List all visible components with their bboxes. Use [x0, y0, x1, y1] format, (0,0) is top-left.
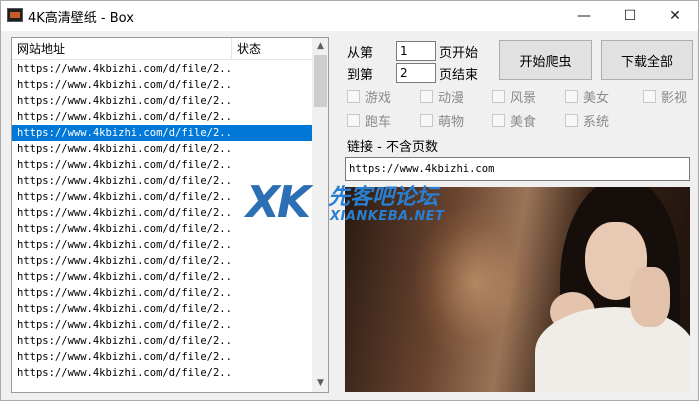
checkbox-box[interactable]: [492, 114, 505, 127]
row-url-cell: https://www.4kbizhi.com/d/file/2...: [17, 287, 231, 299]
table-row[interactable]: https://www.4kbizhi.com/d/file/2...: [12, 301, 312, 317]
category-checkbox-scenery[interactable]: 风景: [492, 87, 536, 106]
category-checkbox-car[interactable]: 跑车: [347, 111, 391, 130]
row-url-cell: https://www.4kbizhi.com/d/file/2...: [17, 367, 231, 379]
watermark-en-text: XIANKEBA.NET: [330, 209, 445, 224]
row-url-cell: https://www.4kbizhi.com/d/file/2...: [17, 223, 231, 235]
app-icon: [7, 8, 23, 22]
row-url-cell: https://www.4kbizhi.com/d/file/2...: [17, 335, 231, 347]
row-url-cell: https://www.4kbizhi.com/d/file/2...: [17, 319, 231, 331]
checkbox-box[interactable]: [347, 114, 360, 127]
row-url-cell: https://www.4kbizhi.com/d/file/2...: [17, 351, 231, 363]
from-page-label: 从第: [347, 46, 374, 61]
row-url-cell: https://www.4kbizhi.com/d/file/2...: [17, 255, 231, 267]
title-bar: 4K高清壁纸 - Box — ☐ ✕: [1, 1, 698, 31]
row-url-cell: https://www.4kbizhi.com/d/file/2...: [17, 143, 231, 155]
row-url-cell: https://www.4kbizhi.com/d/file/2...: [17, 191, 231, 203]
checkbox-box[interactable]: [643, 90, 656, 103]
watermark-logo: XK 先客吧论坛 XIANKEBA.NET: [246, 169, 461, 239]
app-window: 4K高清壁纸 - Box — ☐ ✕ 网站地址 状态 https://www.4…: [0, 0, 699, 401]
start-crawler-button[interactable]: 开始爬虫: [499, 40, 592, 80]
checkbox-box[interactable]: [492, 90, 505, 103]
window-title: 4K高清壁纸 - Box: [28, 11, 134, 26]
row-url-cell: https://www.4kbizhi.com/d/file/2...: [17, 79, 231, 91]
table-row[interactable]: https://www.4kbizhi.com/d/file/2...: [12, 61, 312, 77]
maximize-button[interactable]: ☐: [607, 1, 653, 31]
table-row[interactable]: https://www.4kbizhi.com/d/file/2...: [12, 349, 312, 365]
category-checkbox-system[interactable]: 系统: [565, 111, 609, 130]
table-row[interactable]: https://www.4kbizhi.com/d/file/2...: [12, 317, 312, 333]
category-checkbox-food[interactable]: 美食: [492, 111, 536, 130]
watermark-cn-text: 先客吧论坛: [328, 185, 439, 210]
watermark-xk-logo: XK: [246, 177, 311, 228]
table-row[interactable]: https://www.4kbizhi.com/d/file/2...: [12, 109, 312, 125]
category-checkbox-film[interactable]: 影视: [643, 87, 687, 106]
scroll-up-arrow-icon[interactable]: ▲: [312, 38, 328, 55]
list-header: 网站地址 状态: [12, 38, 312, 60]
from-page-suffix: 页开始: [439, 46, 479, 61]
download-all-button[interactable]: 下载全部: [601, 40, 693, 80]
close-button[interactable]: ✕: [652, 1, 698, 31]
category-checkbox-anime[interactable]: 动漫: [420, 87, 464, 106]
category-checkbox-beauty[interactable]: 美女: [565, 87, 609, 106]
row-url-cell: https://www.4kbizhi.com/d/file/2...: [17, 127, 231, 139]
table-row[interactable]: https://www.4kbizhi.com/d/file/2...: [12, 93, 312, 109]
to-page-suffix: 页结束: [439, 68, 479, 83]
row-url-cell: https://www.4kbizhi.com/d/file/2...: [17, 95, 231, 107]
table-row[interactable]: https://www.4kbizhi.com/d/file/2...: [12, 333, 312, 349]
table-row[interactable]: https://www.4kbizhi.com/d/file/2...: [12, 237, 312, 253]
table-row[interactable]: https://www.4kbizhi.com/d/file/2...: [12, 365, 312, 381]
link-label: 链接 - 不含页数: [347, 140, 438, 155]
column-header-url[interactable]: 网站地址: [12, 38, 232, 60]
checkbox-box[interactable]: [565, 114, 578, 127]
preview-figure-shirt: [535, 307, 690, 392]
row-url-cell: https://www.4kbizhi.com/d/file/2...: [17, 159, 231, 171]
to-page-label: 到第: [347, 68, 374, 83]
from-page-input[interactable]: 1: [396, 41, 436, 61]
checkbox-box[interactable]: [420, 90, 433, 103]
row-url-cell: https://www.4kbizhi.com/d/file/2...: [17, 63, 231, 75]
row-url-cell: https://www.4kbizhi.com/d/file/2...: [17, 207, 231, 219]
to-page-input[interactable]: 2: [396, 63, 436, 83]
checkbox-box[interactable]: [565, 90, 578, 103]
category-checkbox-cute[interactable]: 萌物: [420, 111, 464, 130]
scroll-thumb[interactable]: [314, 55, 327, 107]
preview-figure-hand: [630, 267, 670, 327]
table-row[interactable]: https://www.4kbizhi.com/d/file/2...: [12, 141, 312, 157]
table-row[interactable]: https://www.4kbizhi.com/d/file/2...: [12, 285, 312, 301]
row-url-cell: https://www.4kbizhi.com/d/file/2...: [17, 111, 231, 123]
row-url-cell: https://www.4kbizhi.com/d/file/2...: [17, 175, 231, 187]
checkbox-box[interactable]: [347, 90, 360, 103]
checkbox-box[interactable]: [420, 114, 433, 127]
minimize-button[interactable]: —: [561, 1, 607, 31]
table-row[interactable]: https://www.4kbizhi.com/d/file/2...: [12, 77, 312, 93]
column-header-status[interactable]: 状态: [232, 38, 312, 60]
table-row[interactable]: https://www.4kbizhi.com/d/file/2...: [12, 269, 312, 285]
row-url-cell: https://www.4kbizhi.com/d/file/2...: [17, 239, 231, 251]
table-row[interactable]: https://www.4kbizhi.com/d/file/2...: [12, 253, 312, 269]
row-url-cell: https://www.4kbizhi.com/d/file/2...: [17, 271, 231, 283]
scroll-down-arrow-icon[interactable]: ▼: [312, 375, 328, 392]
row-url-cell: https://www.4kbizhi.com/d/file/2...: [17, 303, 231, 315]
table-row[interactable]: https://www.4kbizhi.com/d/file/2...: [12, 125, 312, 141]
category-checkbox-game[interactable]: 游戏: [347, 87, 391, 106]
